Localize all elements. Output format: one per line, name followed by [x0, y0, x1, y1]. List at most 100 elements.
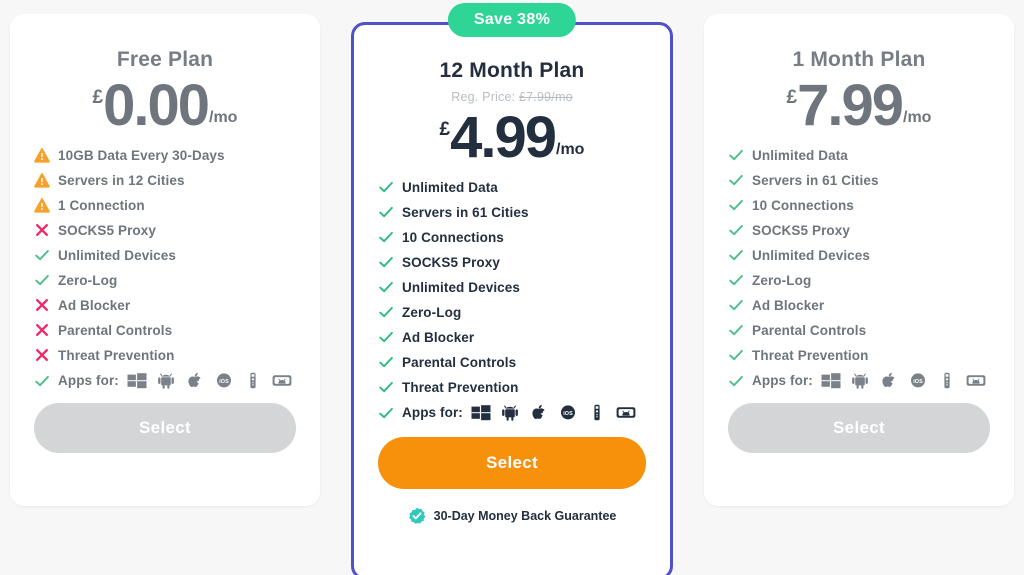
feature-item: 10 Connections: [728, 197, 990, 213]
currency-symbol: £: [786, 87, 798, 108]
firestick-icon: [594, 404, 600, 421]
feature-label: Ad Blocker: [402, 329, 475, 345]
apple-icon: [188, 372, 201, 388]
select-button[interactable]: Select: [34, 403, 296, 454]
apps-label: Apps for:: [58, 373, 119, 389]
feature-list: Unlimited Data Servers in 61 Cities 10 Con…: [728, 147, 990, 389]
feature-item: Unlimited Devices: [378, 279, 646, 295]
feature-label: Unlimited Data: [402, 179, 498, 195]
guarantee-badge-icon: [408, 507, 426, 524]
svg-text:iOS: iOS: [913, 379, 923, 385]
feature-item: Threat Prevention: [728, 347, 990, 363]
feature-item: Servers in 61 Cities: [378, 204, 646, 220]
regular-price-value: £7.99/mo: [519, 90, 573, 104]
check-icon: [379, 232, 393, 243]
guarantee-label: 30-Day Money Back Guarantee: [433, 509, 617, 524]
firestick-icon: [944, 372, 950, 389]
money-back-guarantee: 30-Day Money Back Guarantee: [378, 507, 646, 525]
feature-item: Zero-Log: [34, 272, 296, 288]
feature-label: Servers in 61 Cities: [752, 172, 879, 188]
check-icon: [379, 307, 393, 318]
check-icon: [379, 332, 393, 343]
check-icon: [729, 275, 743, 286]
feature-item: Unlimited Devices: [728, 247, 990, 263]
feature-label: SOCKS5 Proxy: [402, 254, 500, 270]
feature-item: Ad Blocker: [728, 297, 990, 313]
currency-symbol: £: [439, 119, 451, 140]
feature-item: Parental Controls: [728, 322, 990, 338]
cross-icon: [36, 349, 48, 362]
feature-item: Threat Prevention: [378, 379, 646, 395]
check-icon: [729, 175, 743, 186]
check-icon: [379, 357, 393, 368]
select-button[interactable]: Select: [378, 437, 646, 490]
check-icon: [379, 182, 393, 193]
check-icon: [379, 382, 393, 393]
apple-icon: [532, 404, 545, 420]
plan-card-free[interactable]: Free Plan £0.00/mo 10GB Data Every 30-Days…: [10, 14, 320, 506]
feature-item: 1 Connection: [34, 197, 296, 213]
cross-icon: [36, 299, 48, 312]
app-icons-row: iOS: [471, 404, 636, 421]
feature-item: Zero-Log: [378, 304, 646, 320]
feature-item-apps: Apps for: iOS: [34, 372, 296, 389]
regular-price-label: Reg. Price:: [451, 90, 516, 104]
price-amount: 4.99: [450, 105, 557, 170]
feature-label: Ad Blocker: [752, 297, 825, 313]
select-button[interactable]: Select: [728, 403, 990, 454]
feature-item: 10 Connections: [378, 229, 646, 245]
windows-icon: [127, 373, 147, 389]
feature-label: Threat Prevention: [752, 347, 869, 363]
android-icon: [158, 373, 174, 389]
warning-icon: [34, 147, 50, 163]
check-icon: [379, 207, 393, 218]
feature-item: 10GB Data Every 30-Days: [34, 147, 296, 163]
check-icon: [729, 375, 743, 386]
windows-icon: [821, 373, 841, 389]
feature-item: Ad Blocker: [378, 329, 646, 345]
feature-label: 10GB Data Every 30-Days: [58, 147, 225, 163]
price-amount: 7.99: [797, 73, 904, 138]
feature-label: Servers in 12 Cities: [58, 172, 185, 188]
android-icon: [852, 373, 868, 389]
feature-item: Unlimited Data: [378, 179, 646, 195]
check-icon: [35, 375, 49, 386]
feature-label: Unlimited Devices: [752, 247, 870, 263]
check-icon: [729, 225, 743, 236]
check-icon: [729, 325, 743, 336]
plan-title: 1 Month Plan: [792, 48, 926, 71]
feature-item: Zero-Log: [728, 272, 990, 288]
feature-label: 10 Connections: [752, 197, 854, 213]
ios-icon: iOS: [560, 405, 575, 420]
feature-label: Zero-Log: [58, 272, 118, 288]
feature-label: Unlimited Devices: [58, 247, 176, 263]
warning-icon: [34, 197, 50, 213]
price-row: £0.00/mo: [34, 76, 296, 134]
feature-list: Unlimited Data Servers in 61 Cities 10 Con…: [378, 179, 646, 421]
feature-item: SOCKS5 Proxy: [728, 222, 990, 238]
ios-icon: iOS: [910, 373, 925, 388]
cross-icon: [36, 324, 48, 337]
apps-label: Apps for:: [402, 405, 463, 421]
feature-label: Unlimited Devices: [402, 279, 520, 295]
check-icon: [729, 150, 743, 161]
feature-item-apps: Apps for: iOS: [378, 404, 646, 421]
check-icon: [729, 300, 743, 311]
feature-item: Unlimited Data: [728, 147, 990, 163]
check-icon: [35, 250, 49, 261]
check-icon: [729, 350, 743, 361]
feature-label: Threat Prevention: [58, 347, 175, 363]
check-icon: [729, 200, 743, 211]
price-period: /mo: [556, 141, 585, 159]
feature-item: Parental Controls: [378, 354, 646, 370]
plan-card-1-month[interactable]: 1 Month Plan £7.99/mo Unlimited Data Server…: [704, 14, 1014, 506]
feature-item-apps: Apps for: iOS: [728, 372, 990, 389]
svg-text:iOS: iOS: [219, 379, 229, 385]
androidtv-icon: [616, 407, 636, 418]
feature-label: Servers in 61 Cities: [402, 204, 529, 220]
plan-title: 12 Month Plan: [439, 59, 585, 82]
plan-card-12-month[interactable]: Save 38% 12 Month Plan Reg. Price: £7.99/m…: [351, 3, 673, 575]
windows-icon: [471, 405, 491, 421]
feature-item: Ad Blocker: [34, 297, 296, 313]
feature-label: Zero-Log: [752, 272, 812, 288]
